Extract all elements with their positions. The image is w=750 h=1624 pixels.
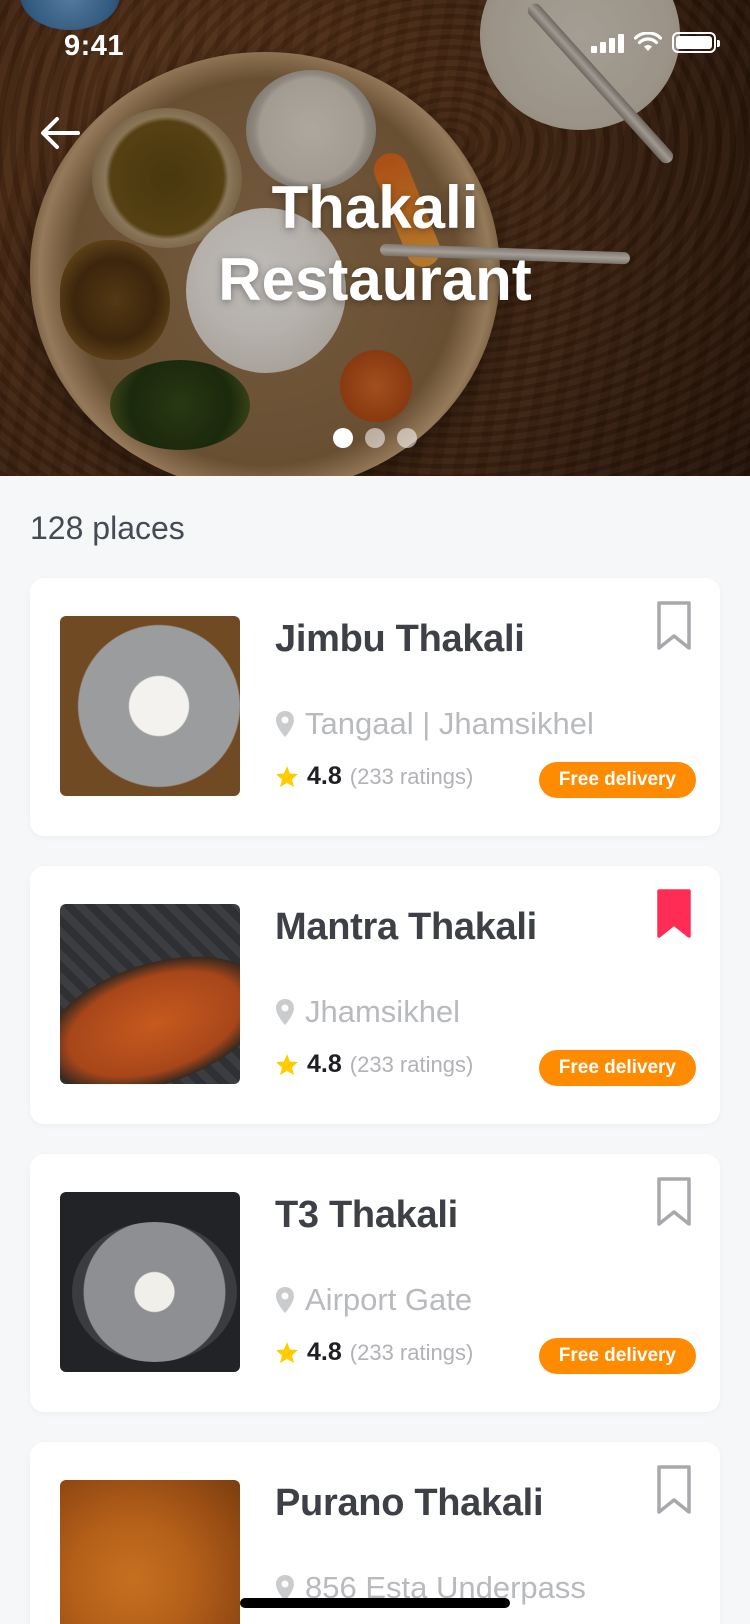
rating-count: (233 ratings): [349, 1051, 474, 1077]
page-title-line2: Restaurant: [218, 246, 532, 313]
restaurant-name: Purano Thakali: [275, 1482, 544, 1524]
restaurant-name: T3 Thakali: [275, 1194, 458, 1236]
free-delivery-badge: Free delivery: [538, 1050, 696, 1086]
restaurant-location: Airport Gate: [275, 1282, 472, 1318]
restaurant-card[interactable]: Mantra Thakali Jhamsikhel 4.8 (233 ratin…: [30, 866, 720, 1124]
map-pin-icon: [276, 711, 294, 737]
star-icon: [276, 766, 298, 787]
rating-value: 4.8: [307, 762, 342, 790]
page-title: Thakali Restaurant: [0, 172, 750, 316]
carousel-dots: [0, 428, 750, 448]
rating-value: 4.8: [307, 1050, 342, 1078]
carousel-dot-2[interactable]: [365, 428, 385, 448]
cellular-signal-icon: [591, 33, 624, 53]
restaurant-rating: 4.8 (233 ratings): [275, 1338, 473, 1367]
restaurant-location: Tangaal | Jhamsikhel: [275, 706, 594, 742]
map-pin-icon: [276, 999, 294, 1025]
restaurant-thumbnail: [60, 1480, 240, 1624]
restaurant-rating: 4.8 (233 ratings): [275, 1050, 473, 1079]
carousel-dot-1[interactable]: [333, 428, 353, 448]
restaurant-rating: 4.8 (233 ratings): [275, 762, 473, 791]
restaurant-card[interactable]: Jimbu Thakali Tangaal | Jhamsikhel 4.8 (…: [30, 578, 720, 836]
bookmark-filled-icon[interactable]: [656, 888, 692, 940]
results-count: 128 places: [30, 510, 185, 546]
restaurant-card[interactable]: T3 Thakali Airport Gate 4.8 (233 ratings…: [30, 1154, 720, 1412]
bookmark-icon[interactable]: [656, 1464, 692, 1516]
location-text: Tangaal | Jhamsikhel: [305, 706, 594, 741]
star-icon: [276, 1342, 298, 1363]
rating-count: (233 ratings): [349, 1339, 474, 1365]
free-delivery-badge: Free delivery: [538, 1338, 696, 1374]
location-text: Airport Gate: [305, 1282, 473, 1317]
rating-count: (233 ratings): [349, 763, 474, 789]
arrow-left-icon: [41, 117, 80, 149]
status-bar: 9:41: [0, 0, 750, 92]
restaurant-card[interactable]: Purano Thakali 856 Esta Underpass: [30, 1442, 720, 1624]
free-delivery-badge: Free delivery: [538, 762, 696, 798]
home-indicator[interactable]: [240, 1598, 510, 1608]
location-text: Jhamsikhel: [305, 994, 461, 1029]
restaurant-name: Jimbu Thakali: [275, 618, 525, 660]
restaurant-name: Mantra Thakali: [275, 906, 537, 948]
page-title-line1: Thakali: [271, 174, 479, 241]
status-time: 9:41: [64, 30, 125, 62]
bookmark-icon[interactable]: [656, 1176, 692, 1228]
restaurant-thumbnail: [60, 1192, 240, 1372]
bookmark-icon[interactable]: [656, 600, 692, 652]
wifi-icon: [634, 32, 662, 51]
star-icon: [276, 1054, 298, 1075]
carousel-dot-3[interactable]: [397, 428, 417, 448]
map-pin-icon: [276, 1287, 294, 1313]
restaurant-thumbnail: [60, 904, 240, 1084]
battery-icon: [672, 32, 720, 53]
status-icons: [591, 32, 720, 53]
back-button[interactable]: [34, 108, 86, 158]
rating-value: 4.8: [307, 1338, 342, 1366]
restaurant-location: Jhamsikhel: [275, 994, 460, 1030]
restaurant-thumbnail: [60, 616, 240, 796]
